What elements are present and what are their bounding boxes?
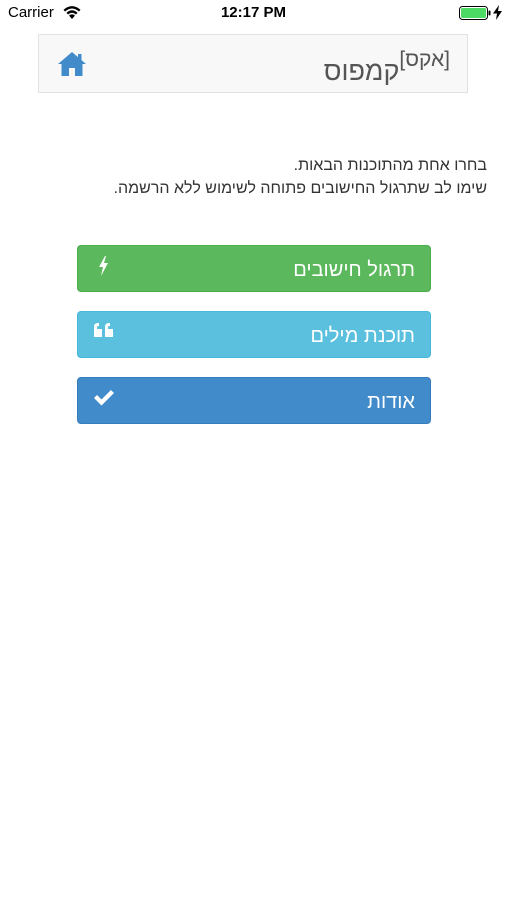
- check-icon: [94, 390, 114, 406]
- brand-title[interactable]: [אקס] קמפוס: [324, 49, 450, 85]
- home-icon[interactable]: [57, 50, 87, 78]
- quote-icon: [94, 323, 113, 337]
- brand-superscript: [אקס]: [399, 48, 450, 71]
- intro-text: בחרו אחת מהתוכנות הבאות. שימו לב שתרגול …: [17, 154, 487, 200]
- about-label: אודות: [367, 391, 415, 413]
- words-app-label: תוכנת מילים: [310, 325, 415, 347]
- navbar: [אקס] קמפוס: [38, 34, 468, 93]
- intro-line-1: בחרו אחת מהתוכנות הבאות.: [293, 157, 487, 174]
- brand-name: קמפוס: [323, 56, 400, 86]
- about-button[interactable]: אודות: [77, 377, 431, 424]
- calc-practice-label: תרגול חישובים: [293, 259, 415, 281]
- clock: 12:17 PM: [220, 4, 287, 21]
- charging-bolt-icon: [493, 5, 502, 20]
- status-bar: Carrier 12:17 PM: [0, 0, 507, 26]
- bolt-icon: [99, 256, 108, 276]
- intro-line-2: שימו לב שתרגול החישובים פתוחה לשימוש ללא…: [113, 180, 487, 197]
- battery-icon: [459, 6, 491, 20]
- calc-practice-button[interactable]: תרגול חישובים: [77, 245, 431, 292]
- words-app-button[interactable]: תוכנת מילים: [77, 311, 431, 358]
